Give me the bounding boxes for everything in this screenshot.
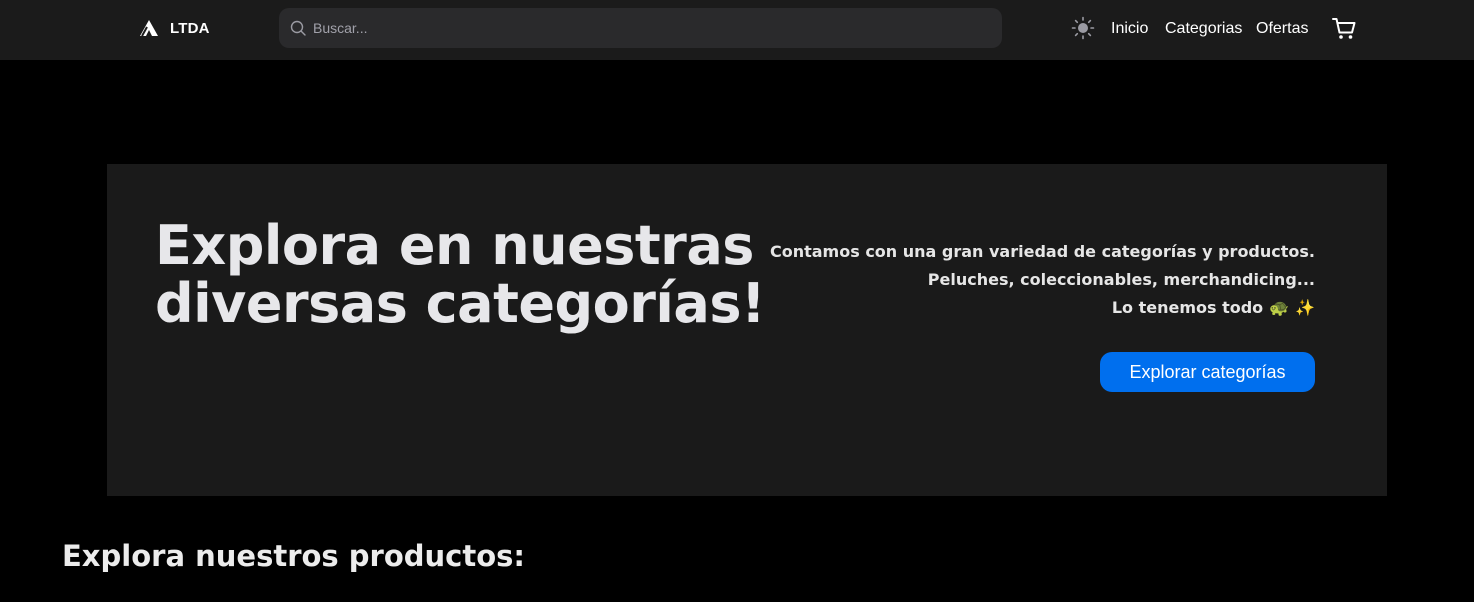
sparkles-emoji: ✨ xyxy=(1295,298,1315,317)
search-input[interactable] xyxy=(313,8,983,48)
cart-icon[interactable] xyxy=(1330,14,1358,42)
hero-line-2: Peluches, coleccionables, merchandicing.… xyxy=(927,270,1315,289)
nav-link-categorias[interactable]: Categorias xyxy=(1165,18,1242,40)
nav-link-ofertas[interactable]: Ofertas xyxy=(1256,18,1308,40)
products-section-title: Explora nuestros productos: xyxy=(62,539,525,573)
hero-line-3-text: Lo tenemos todo xyxy=(1111,298,1264,317)
hero-line-3: Lo tenemos todo 🐢 ✨ xyxy=(755,294,1315,322)
brand-link[interactable]: LTDA xyxy=(138,17,210,39)
nav-link-inicio[interactable]: Inicio xyxy=(1111,18,1148,40)
brand-name: LTDA xyxy=(170,19,210,37)
ltda-logo-icon xyxy=(138,19,160,37)
hero-banner: Explora en nuestras diversas categorías!… xyxy=(107,164,1387,496)
search-icon xyxy=(290,20,306,36)
search-bar xyxy=(279,8,1002,48)
sun-icon[interactable] xyxy=(1071,16,1095,40)
hero-description: Contamos con una gran variedad de catego… xyxy=(755,238,1315,322)
turtle-emoji: 🐢 xyxy=(1269,298,1290,317)
explore-categories-button[interactable]: Explorar categorías xyxy=(1100,352,1315,392)
hero-title: Explora en nuestras diversas categorías! xyxy=(155,214,766,335)
hero-line-1: Contamos con una gran variedad de catego… xyxy=(769,242,1315,261)
navbar: LTDA Inicio Categorias Ofe xyxy=(0,0,1474,60)
